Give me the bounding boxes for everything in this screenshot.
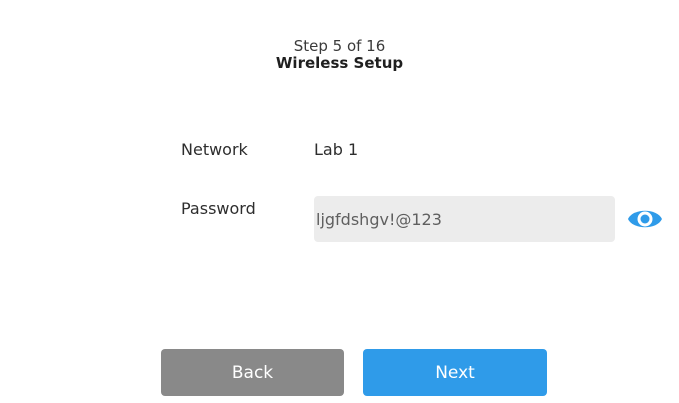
wireless-setup-screen: Step 5 of 16 Wireless Setup Network Lab … xyxy=(0,0,679,403)
back-button[interactable]: Back xyxy=(161,349,344,396)
network-value: Lab 1 xyxy=(314,140,359,159)
header: Step 5 of 16 Wireless Setup xyxy=(0,38,679,72)
eye-icon[interactable] xyxy=(627,205,663,233)
next-button[interactable]: Next xyxy=(363,349,547,396)
password-label: Password xyxy=(181,199,256,218)
step-indicator: Step 5 of 16 xyxy=(293,37,386,55)
network-label: Network xyxy=(181,140,248,159)
page-title: Wireless Setup xyxy=(275,54,404,72)
password-input[interactable] xyxy=(314,196,615,242)
